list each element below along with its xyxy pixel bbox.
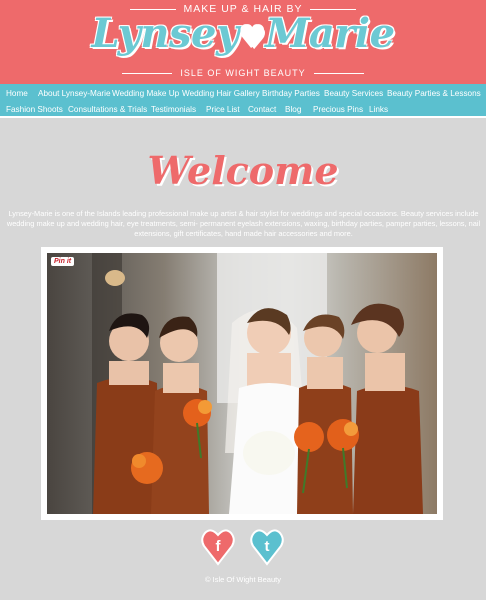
facebook-heart-icon: f [201,529,235,566]
twitter-heart-icon: t [250,529,284,566]
site-header: MAKE UP & HAIR BY Lynsey♥Marie ISLE OF W… [0,0,486,84]
nav-beauty-services[interactable]: Beauty Services [324,86,383,102]
welcome-heading: Welcome [147,148,339,193]
bridal-party-photo: Pin it [47,253,437,514]
wedding-photo-frame: Pin it [41,247,443,520]
nav-fashion-shoots[interactable]: Fashion Shoots [6,102,63,118]
pinterest-pin-button[interactable]: Pin it [51,257,75,266]
main-navigation: Home About Lynsey-Marie Wedding Make Up … [0,84,486,118]
copyright-text: © Isle Of Wight Beauty [205,575,281,584]
nav-consultations-trials[interactable]: Consultations & Trials [68,102,147,118]
nav-row-1: Home About Lynsey-Marie Wedding Make Up … [0,86,486,102]
tagline-bottom: ISLE OF WIGHT BEAUTY [0,68,486,78]
logo-last-name: Marie [265,10,395,57]
bridal-party-illustration [92,253,423,514]
nav-price-list[interactable]: Price List [206,102,240,118]
nav-precious-pins[interactable]: Precious Pins [313,102,363,118]
nav-testimonials[interactable]: Testimonials [151,102,196,118]
heart-icon: ♥ [238,20,266,55]
nav-beauty-parties-lessons[interactable]: Beauty Parties & Lessons [387,86,481,102]
site-logo[interactable]: Lynsey♥Marie [0,10,486,57]
nav-wedding-make-up[interactable]: Wedding Make Up [112,86,179,102]
pinterest-icon: Pin it [54,258,72,265]
nav-row-2: Fashion Shoots Consultations & Trials Te… [0,102,486,118]
nav-home[interactable]: Home [6,86,28,102]
nav-wedding-hair-gallery[interactable]: Wedding Hair Gallery [182,86,260,102]
nav-blog[interactable]: Blog [285,102,301,118]
facebook-link[interactable]: f [201,526,235,566]
twitter-letter: t [265,538,270,555]
nav-contact[interactable]: Contact [248,102,276,118]
logo-first-name: Lynsey [91,10,239,57]
nav-links[interactable]: Links [369,102,388,118]
nav-birthday-parties[interactable]: Birthday Parties [262,86,320,102]
intro-paragraph: Lynsey-Marie is one of the Islands leadi… [6,209,481,238]
twitter-link[interactable]: t [250,526,284,566]
nav-about[interactable]: About Lynsey-Marie [38,86,111,102]
